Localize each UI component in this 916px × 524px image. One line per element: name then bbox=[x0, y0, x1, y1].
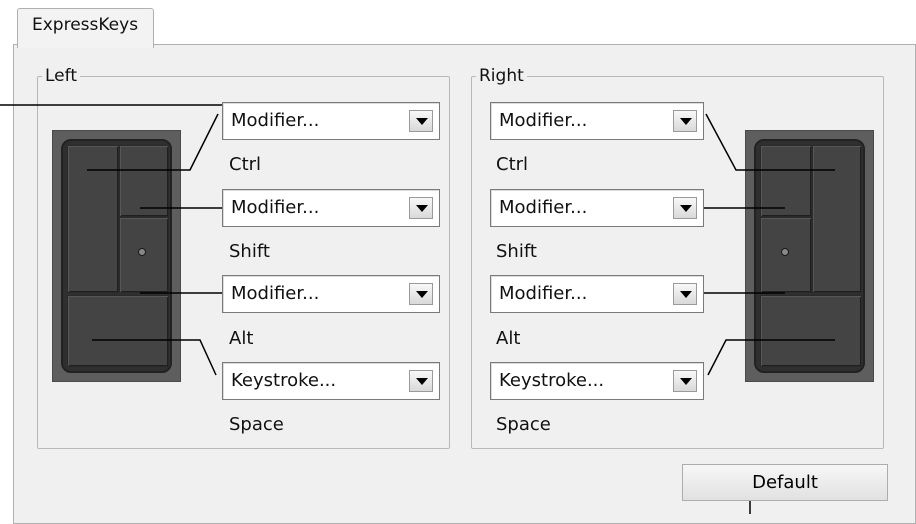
left-key-4-assignment: Space bbox=[229, 414, 284, 435]
right-key-3-dropdown-value: Modifier... bbox=[499, 283, 588, 304]
left-group-legend: Left bbox=[45, 66, 77, 86]
right-tablet-key-2 bbox=[760, 145, 812, 217]
chevron-down-icon[interactable] bbox=[673, 283, 697, 305]
right-key-1-dropdown-value: Modifier... bbox=[499, 110, 588, 131]
chevron-down-icon[interactable] bbox=[673, 370, 697, 392]
tab-expresskeys[interactable]: ExpressKeys bbox=[17, 8, 154, 48]
right-key-3-assignment: Alt bbox=[496, 328, 521, 349]
left-key-2-dropdown-value: Modifier... bbox=[231, 197, 320, 218]
right-tablet-key-4 bbox=[760, 295, 862, 367]
right-key-3-dropdown[interactable]: Modifier... bbox=[490, 275, 704, 313]
left-tablet-key-4 bbox=[67, 295, 169, 367]
left-key-2-dropdown[interactable]: Modifier... bbox=[222, 189, 440, 227]
right-key-4-assignment: Space bbox=[496, 414, 551, 435]
right-tablet-key-1 bbox=[812, 145, 862, 293]
left-key-3-dropdown-value: Modifier... bbox=[231, 283, 320, 304]
right-key-1-assignment: Ctrl bbox=[496, 154, 529, 175]
chevron-down-icon[interactable] bbox=[673, 197, 697, 219]
left-tablet-key-1 bbox=[67, 145, 119, 293]
left-key-4-dropdown-value: Keystroke... bbox=[231, 370, 337, 391]
right-key-2-dropdown-value: Modifier... bbox=[499, 197, 588, 218]
left-tablet-indicator-dot bbox=[138, 248, 146, 256]
right-tablet-illustration bbox=[745, 130, 874, 382]
left-tablet-key-3 bbox=[119, 217, 169, 293]
chevron-down-icon[interactable] bbox=[409, 283, 433, 305]
left-tablet-key-2 bbox=[119, 145, 169, 217]
right-key-2-dropdown[interactable]: Modifier... bbox=[490, 189, 704, 227]
chevron-down-icon[interactable] bbox=[409, 110, 433, 132]
right-key-4-dropdown[interactable]: Keystroke... bbox=[490, 362, 704, 400]
right-key-2-assignment: Shift bbox=[496, 241, 537, 262]
left-key-2-assignment: Shift bbox=[229, 241, 270, 262]
left-key-1-dropdown[interactable]: Modifier... bbox=[222, 102, 440, 140]
right-tablet-key-3 bbox=[760, 217, 812, 293]
left-key-1-dropdown-value: Modifier... bbox=[231, 110, 320, 131]
right-key-4-dropdown-value: Keystroke... bbox=[499, 370, 605, 391]
chevron-down-icon[interactable] bbox=[673, 110, 697, 132]
chevron-down-icon[interactable] bbox=[409, 370, 433, 392]
chevron-down-icon[interactable] bbox=[409, 197, 433, 219]
left-tablet-illustration bbox=[52, 130, 181, 382]
left-key-4-dropdown[interactable]: Keystroke... bbox=[222, 362, 440, 400]
left-key-3-assignment: Alt bbox=[229, 328, 254, 349]
right-group-legend: Right bbox=[479, 66, 524, 86]
right-tablet-indicator-dot bbox=[781, 248, 789, 256]
right-key-1-dropdown[interactable]: Modifier... bbox=[490, 102, 704, 140]
left-key-1-assignment: Ctrl bbox=[229, 154, 262, 175]
left-key-3-dropdown[interactable]: Modifier... bbox=[222, 275, 440, 313]
default-button[interactable]: Default bbox=[682, 464, 888, 501]
